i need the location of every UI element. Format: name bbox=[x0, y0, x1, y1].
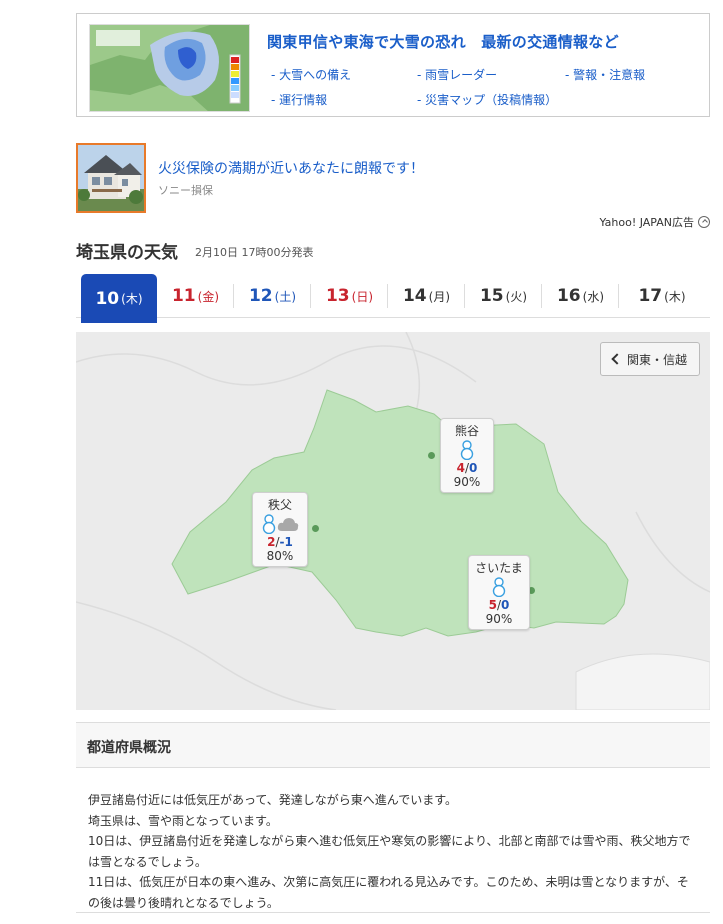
tab-weekday: (日) bbox=[351, 289, 374, 304]
tab-day-17[interactable]: 17 (木) bbox=[619, 274, 705, 318]
tab-weekday: (月) bbox=[428, 289, 451, 304]
snow-prep-link[interactable]: - 大雪への備え bbox=[271, 66, 351, 83]
warnings-link[interactable]: - 警報・注意報 bbox=[565, 66, 645, 83]
tab-day-13[interactable]: 13 (日) bbox=[311, 274, 388, 318]
ad-label[interactable]: Yahoo! JAPAN広告 bbox=[599, 214, 710, 230]
min-temp: 0 bbox=[501, 598, 510, 612]
tab-date-number: 11 bbox=[171, 286, 196, 306]
banner-title[interactable]: 関東甲信や東海で大雪の恐れ 最新の交通情報など bbox=[267, 31, 619, 52]
city-kumagaya[interactable]: 熊谷 4/0 90% bbox=[440, 418, 494, 493]
ad-label-text: Yahoo! JAPAN広告 bbox=[599, 216, 694, 229]
precip-probability: 90% bbox=[485, 612, 513, 626]
city-chichibu[interactable]: 秩父 2/-1 80% bbox=[252, 492, 308, 567]
overview-title: 都道府県概況 bbox=[87, 740, 171, 756]
cloud-icon bbox=[277, 518, 298, 531]
city-saitama[interactable]: さいたま 5/0 90% bbox=[468, 555, 530, 630]
tab-date-number: 10 bbox=[95, 288, 120, 309]
city-name: さいたま bbox=[475, 561, 523, 575]
snow-icon bbox=[460, 440, 474, 460]
tab-date-number: 17 bbox=[638, 286, 663, 306]
transit-link[interactable]: - 運行情報 bbox=[271, 91, 327, 108]
map-outline bbox=[76, 332, 710, 710]
region-back-button[interactable]: 関東・信越 bbox=[600, 342, 700, 376]
max-temp: 4 bbox=[456, 461, 465, 475]
ad-title[interactable]: 火災保険の満期が近いあなたに朗報です！ bbox=[158, 158, 424, 178]
tab-date-number: 12 bbox=[248, 286, 273, 306]
tab-day-16[interactable]: 16 (水) bbox=[542, 274, 619, 318]
chichibu-location-dot bbox=[312, 525, 319, 532]
precip-probability: 90% bbox=[453, 475, 481, 489]
tab-weekday: (土) bbox=[274, 289, 297, 304]
tab-weekday: (金) bbox=[197, 289, 220, 304]
date-tabs: 10 (木) 11 (金) 12 (土) 13 (日) 14 (月) 15 (火) 16 (水… bbox=[76, 274, 710, 323]
tab-weekday: (木) bbox=[121, 292, 143, 306]
weather-title: 埼玉県の天気 bbox=[76, 243, 178, 263]
precip-probability: 80% bbox=[266, 549, 294, 563]
city-name: 熊谷 bbox=[454, 424, 479, 438]
min-temp: 0 bbox=[469, 461, 478, 475]
tab-date-number: 16 bbox=[556, 286, 581, 306]
tab-day-12[interactable]: 12 (土) bbox=[234, 274, 311, 318]
chevron-left-icon bbox=[611, 353, 623, 365]
prefecture-map[interactable]: 関東・信越 熊谷 4/0 90% 秩父 2/-1 80% さいたま 5/0 90… bbox=[76, 332, 710, 710]
region-button-label: 関東・信越 bbox=[626, 352, 687, 367]
snow-icon bbox=[492, 577, 506, 597]
overview-line: 10日は、伊豆諸島付近を発達しながら東へ進む低気圧や寒気の影響により、北部と南部… bbox=[88, 834, 691, 869]
city-name: 秩父 bbox=[267, 498, 292, 512]
tab-day-10[interactable]: 10 (木) bbox=[81, 274, 157, 323]
tab-weekday: (木) bbox=[664, 289, 686, 304]
ad-block[interactable]: 火災保険の満期が近いあなたに朗報です！ ソニー損保 bbox=[76, 143, 710, 215]
published-time: 2月10日 17時00分発表 bbox=[195, 246, 314, 259]
min-temp: -1 bbox=[279, 535, 293, 549]
tab-date-number: 15 bbox=[479, 286, 504, 306]
snow-icon bbox=[262, 514, 275, 534]
tab-date-number: 13 bbox=[325, 286, 350, 306]
tab-day-15[interactable]: 15 (火) bbox=[465, 274, 542, 318]
tab-weekday: (火) bbox=[505, 289, 528, 304]
max-temp: 5 bbox=[488, 598, 497, 612]
radar-link[interactable]: - 雨雪レーダー bbox=[417, 66, 497, 83]
disaster-map-link[interactable]: - 災害マップ（投稿情報） bbox=[417, 91, 557, 108]
overview-line: 埼玉県は、雪や雨となっています。 bbox=[88, 813, 278, 828]
overview-line: 伊豆諸島付近には低気圧があって、発達しながら東へ進んでいます。 bbox=[88, 793, 458, 807]
tab-day-14[interactable]: 14 (月) bbox=[388, 274, 465, 318]
kumagaya-location-dot bbox=[428, 452, 435, 459]
snow-radar-thumbnail[interactable] bbox=[89, 24, 250, 112]
overview-line: 11日は、低気圧が日本の東へ進み、次第に高気圧に覆われる見込みです。このため、未… bbox=[88, 875, 689, 910]
tab-weekday: (水) bbox=[582, 289, 605, 304]
snow-news-banner[interactable]: 関東甲信や東海で大雪の恐れ 最新の交通情報など - 大雪への備え - 雨雪レーダ… bbox=[76, 13, 710, 117]
tab-day-11[interactable]: 11 (金) bbox=[157, 274, 234, 318]
ad-house-image[interactable] bbox=[76, 143, 146, 213]
tab-date-number: 14 bbox=[402, 286, 427, 306]
overview-body: 伊豆諸島付近には低気圧があって、発達しながら東へ進んでいます。 埼玉県は、雪や雨… bbox=[76, 768, 710, 913]
ad-sponsor: ソニー損保 bbox=[158, 184, 213, 197]
overview-header: 都道府県概況 bbox=[76, 722, 710, 768]
ad-info-icon[interactable] bbox=[698, 216, 710, 228]
